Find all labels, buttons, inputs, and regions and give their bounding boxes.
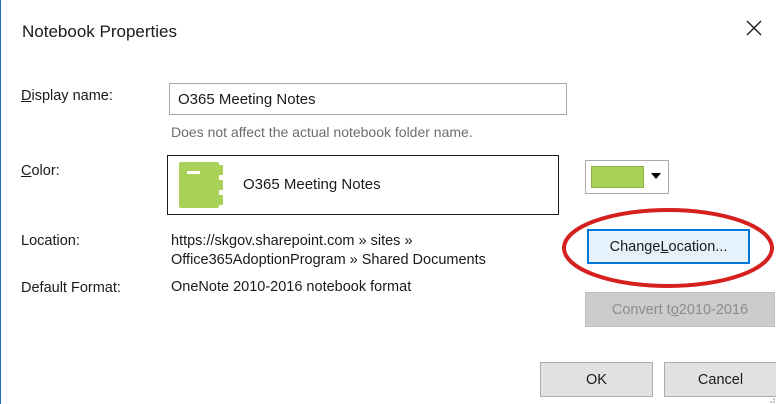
color-accesskey: C (21, 163, 32, 179)
location-line-1: https://skgov.sharepoint.com » sites » (171, 233, 413, 249)
chevron-down-icon (651, 173, 661, 179)
cancel-button[interactable]: Cancel (664, 362, 776, 397)
display-name-hint: Does not affect the actual notebook fold… (171, 124, 473, 140)
notebook-preview: O365 Meeting Notes (167, 155, 559, 215)
notebook-preview-name: O365 Meeting Notes (243, 176, 381, 193)
color-dropdown[interactable] (585, 160, 669, 194)
notebook-icon (179, 162, 223, 208)
display-name-input[interactable] (169, 83, 567, 115)
display-name-accesskey: D (21, 88, 32, 104)
location-label: Location: (21, 233, 80, 249)
location-value: https://skgov.sharepoint.com » sites » O… (171, 232, 486, 270)
close-icon (746, 20, 762, 36)
convert-post: 2010-2016 (678, 301, 749, 318)
display-name-label: Display name: (21, 88, 113, 104)
notebook-properties-dialog: Notebook Properties Display name: Does n… (0, 0, 776, 404)
default-format-label: Default Format: (21, 280, 121, 296)
ok-button[interactable]: OK (540, 362, 653, 397)
location-line-2: Office365AdoptionProgram » Shared Docume… (171, 252, 486, 268)
convert-pre: Convert t (611, 301, 671, 318)
dialog-title: Notebook Properties (22, 22, 177, 41)
color-swatch (591, 166, 644, 188)
display-name-label-text: isplay name: (31, 88, 113, 104)
convert-accesskey: o (670, 301, 679, 318)
resize-grip-icon[interactable] (766, 394, 776, 404)
default-format-value: OneNote 2010-2016 notebook format (171, 279, 412, 295)
convert-button[interactable]: Convert to 2010-2016 (585, 292, 775, 327)
color-label: Color: (21, 163, 60, 179)
color-label-text: olor: (31, 163, 60, 179)
annotation-ellipse (562, 208, 774, 288)
close-button[interactable] (734, 8, 774, 48)
